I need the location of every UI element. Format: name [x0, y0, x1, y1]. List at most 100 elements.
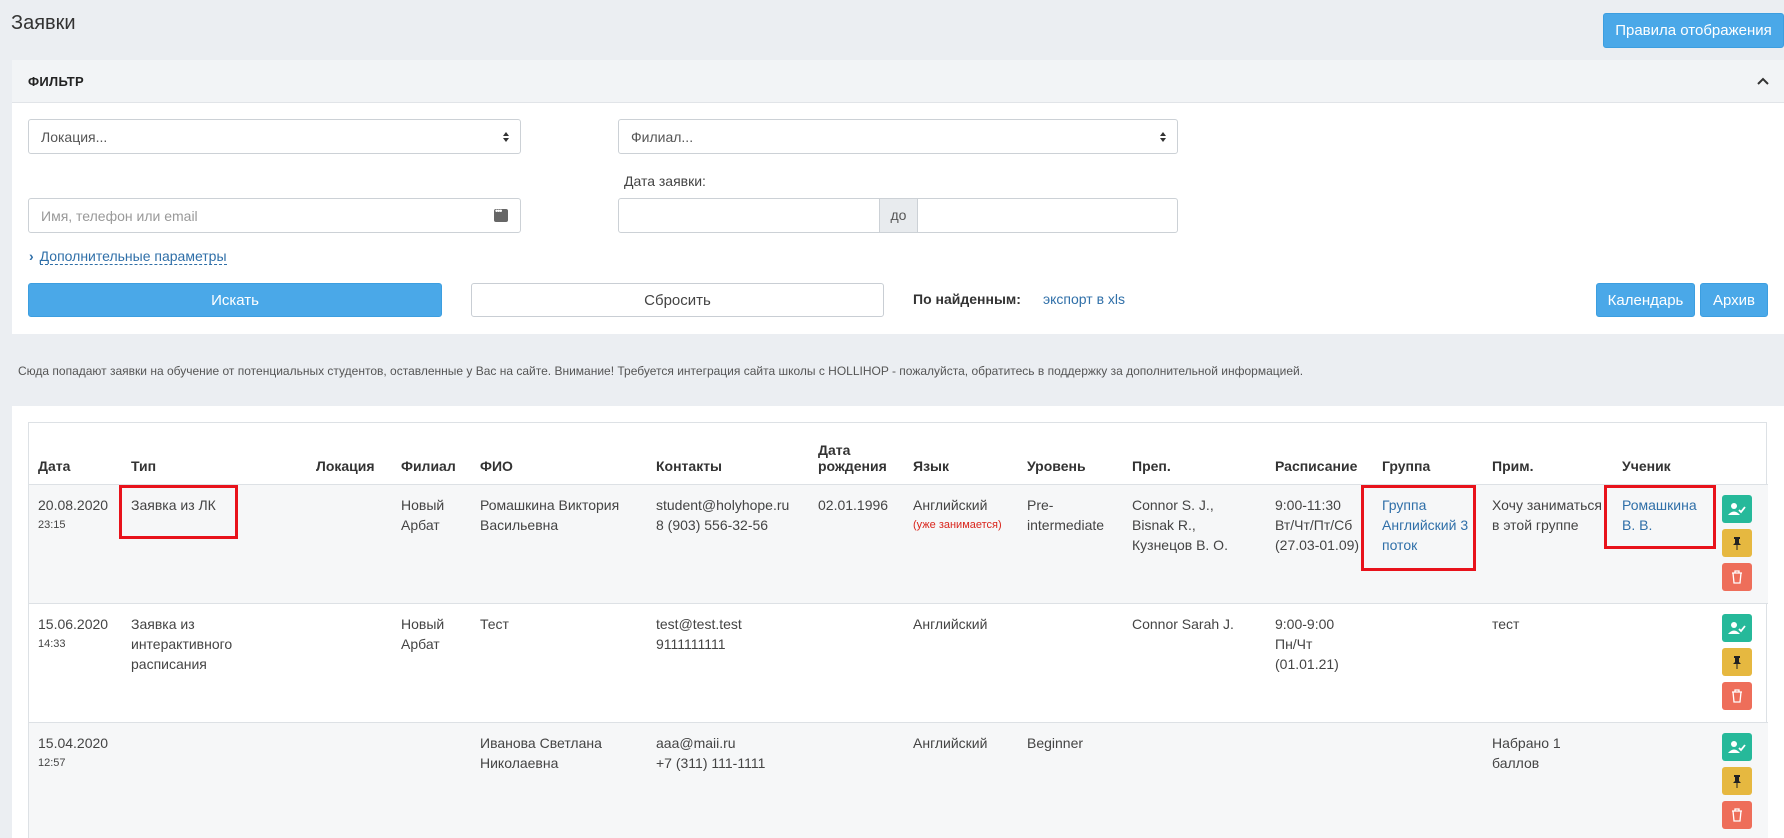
row-schedule-time: 9:00-11:30 [1275, 496, 1341, 513]
row-schedule-time: 9:00-9:00 [1275, 615, 1335, 632]
date-from-input[interactable] [619, 199, 879, 232]
row-language: Английский [913, 496, 988, 513]
trash-icon [1732, 688, 1742, 703]
found-label: По найденным: [913, 291, 1021, 307]
search-button[interactable]: Искать [28, 283, 442, 317]
col-note[interactable]: Прим. [1483, 423, 1613, 485]
convert-to-student-button[interactable] [1722, 732, 1752, 761]
row-student [1613, 722, 1713, 838]
table-row: 15.04.2020 12:57 Иванова Светлана Николае… [29, 722, 1768, 838]
col-type[interactable]: Тип [122, 423, 307, 485]
row-schedule-period: (27.03-01.09) [1275, 536, 1360, 553]
row-teacher: Connor S. J., Bisnak R., Кузнецов В. О. [1123, 484, 1266, 604]
row-location [307, 603, 392, 723]
date-to-input[interactable] [919, 199, 1177, 232]
filter-panel: ФИЛЬТР Локация... Филиал... Дата заявки:… [12, 60, 1784, 334]
row-level: Pre-intermediate [1018, 484, 1123, 604]
location-select[interactable]: Локация... [28, 119, 521, 154]
highlight-box-group [1361, 485, 1476, 571]
row-location [307, 722, 392, 838]
row-date: 15.04.2020 [38, 734, 109, 751]
search-input[interactable]: Имя, телефон или email [28, 198, 521, 233]
row-branch [392, 722, 471, 838]
convert-to-student-button[interactable] [1722, 613, 1752, 642]
col-date[interactable]: Дата [29, 423, 122, 485]
export-xls-link[interactable]: экспорт в xls [1043, 291, 1125, 307]
pin-button[interactable] [1722, 647, 1752, 676]
add-user-icon [1728, 621, 1746, 634]
filter-title: ФИЛЬТР [28, 74, 85, 89]
row-fio: Ромашкина Виктория Васильевна [471, 484, 647, 604]
delete-button[interactable] [1722, 800, 1752, 829]
pin-button[interactable] [1722, 766, 1752, 795]
col-location[interactable]: Локация [307, 423, 392, 485]
row-note: Хочу заниматься в этой группе [1483, 484, 1613, 604]
requests-table-wrap: Дата Тип Локация Филиал ФИО Контакты Дат… [28, 422, 1768, 838]
requests-panel: Дата Тип Локация Филиал ФИО Контакты Дат… [12, 406, 1784, 838]
filter-header[interactable]: ФИЛЬТР [12, 60, 1784, 103]
chevron-up-icon[interactable] [1754, 72, 1772, 90]
pin-icon [1733, 536, 1741, 550]
table-row: 20.08.2020 23:15 Заявка из ЛК Новый Арбат… [29, 484, 1768, 604]
sort-arrows-icon [1160, 132, 1166, 142]
row-date: 15.06.2020 [38, 615, 109, 632]
more-params-link[interactable]: › Дополнительные параметры [29, 248, 227, 265]
row-language-note: (уже занимается) [913, 518, 1002, 531]
row-location [307, 484, 392, 604]
col-language[interactable]: Язык [904, 423, 1018, 485]
row-time: 14:33 [38, 637, 66, 650]
col-birth[interactable]: Дата рождения [809, 423, 904, 485]
row-phone: 8 (903) 556-32-56 [656, 516, 769, 533]
row-schedule-period: (01.01.21) [1275, 655, 1339, 672]
col-schedule[interactable]: Расписание [1266, 423, 1373, 485]
date-separator: до [879, 199, 918, 232]
add-user-icon [1728, 502, 1746, 515]
date-range: до [618, 198, 1178, 233]
row-language: Английский [913, 734, 988, 751]
date-label: Дата заявки: [624, 173, 706, 189]
row-birth [809, 603, 904, 723]
convert-to-student-button[interactable] [1722, 494, 1752, 523]
pin-icon [1733, 774, 1741, 788]
page-title: Заявки [11, 12, 76, 34]
pin-button[interactable] [1722, 528, 1752, 557]
delete-button[interactable] [1722, 562, 1752, 591]
row-teacher [1123, 722, 1266, 838]
requests-table: Дата Тип Локация Филиал ФИО Контакты Дат… [29, 423, 1768, 838]
display-rules-button[interactable]: Правила отображения [1603, 13, 1784, 48]
row-branch: Новый Арбат [392, 603, 471, 723]
row-branch: Новый Арбат [392, 484, 471, 604]
row-level [1018, 603, 1123, 723]
row-email: aaa@maii.ru [656, 734, 736, 751]
branch-select[interactable]: Филиал... [618, 119, 1178, 154]
col-level[interactable]: Уровень [1018, 423, 1123, 485]
row-note: тест [1483, 603, 1613, 723]
row-note: Набрано 1 баллов [1483, 722, 1613, 838]
highlight-box-student [1604, 485, 1716, 549]
row-type: Заявка из интерактивного расписания [122, 603, 307, 723]
row-time: 23:15 [38, 518, 66, 531]
delete-button[interactable] [1722, 681, 1752, 710]
row-date: 20.08.2020 [38, 496, 109, 513]
col-fio[interactable]: ФИО [471, 423, 647, 485]
col-group[interactable]: Группа [1373, 423, 1483, 485]
row-schedule-days: Пн/Чт [1275, 635, 1313, 652]
row-level: Beginner [1018, 722, 1123, 838]
col-branch[interactable]: Филиал [392, 423, 471, 485]
row-email: student@holyhope.ru [656, 496, 790, 513]
row-fio: Тест [471, 603, 647, 723]
col-teacher[interactable]: Преп. [1123, 423, 1266, 485]
branch-select-value: Филиал... [631, 129, 694, 145]
chevron-right-icon: › [29, 248, 34, 264]
col-actions [1713, 423, 1768, 485]
archive-button[interactable]: Архив [1700, 283, 1768, 317]
row-group [1373, 722, 1483, 838]
trash-icon [1732, 569, 1742, 584]
col-contacts[interactable]: Контакты [647, 423, 809, 485]
row-email: test@test.test [656, 615, 742, 632]
col-student[interactable]: Ученик [1613, 423, 1713, 485]
sort-arrows-icon [503, 132, 509, 142]
calendar-button[interactable]: Календарь [1596, 283, 1695, 317]
reset-button[interactable]: Сбросить [471, 283, 884, 317]
row-phone: +7 (311) 111-1111 [656, 754, 766, 771]
